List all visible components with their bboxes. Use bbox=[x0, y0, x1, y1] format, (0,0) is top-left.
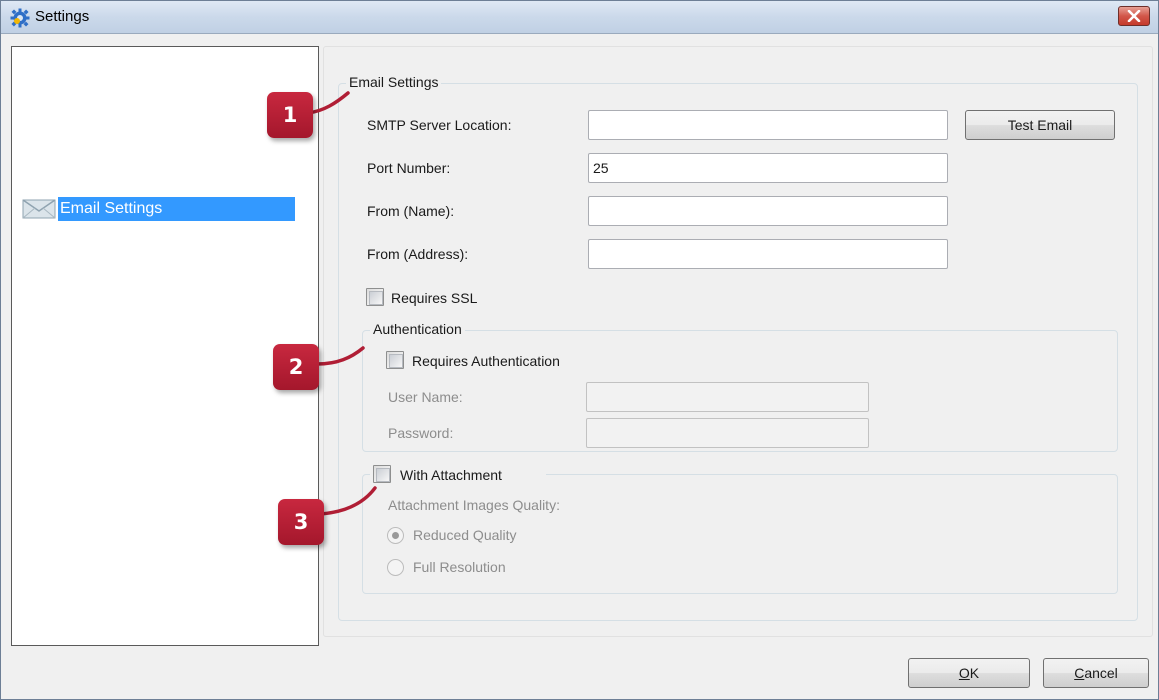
test-email-button[interactable]: Test Email bbox=[965, 110, 1115, 140]
from-address-input[interactable] bbox=[588, 239, 948, 269]
cancel-label: ancel bbox=[1084, 665, 1118, 681]
ok-label: K bbox=[969, 665, 980, 681]
callout-3-pointer bbox=[319, 486, 377, 516]
tree-item-label: Email Settings bbox=[58, 197, 295, 221]
settings-content: Email Settings SMTP Server Location: Tes… bbox=[323, 46, 1153, 637]
callout-2-pointer bbox=[315, 346, 365, 366]
requires-authentication-checkbox[interactable] bbox=[386, 351, 404, 369]
from-name-label: From (Name): bbox=[367, 203, 455, 219]
password-input[interactable] bbox=[586, 418, 869, 448]
requires-ssl-checkbox[interactable] bbox=[366, 288, 384, 306]
gear-icon bbox=[10, 8, 30, 28]
port-label: Port Number: bbox=[367, 160, 451, 176]
window-title: Settings bbox=[35, 8, 90, 25]
ok-accelerator: O bbox=[958, 665, 970, 681]
from-name-input[interactable] bbox=[588, 196, 948, 226]
cancel-button[interactable]: Cancel bbox=[1043, 658, 1149, 688]
callout-1: 1 bbox=[267, 92, 313, 138]
settings-window: Settings Email Settings Email Settings S… bbox=[0, 0, 1159, 700]
full-resolution-radio[interactable] bbox=[387, 559, 404, 576]
smtp-label: SMTP Server Location: bbox=[367, 117, 512, 133]
with-attachment-label: With Attachment bbox=[400, 467, 502, 483]
password-label: Password: bbox=[388, 425, 454, 441]
attachment-quality-label: Attachment Images Quality: bbox=[388, 497, 560, 513]
close-icon bbox=[1127, 10, 1141, 22]
from-address-label: From (Address): bbox=[367, 246, 469, 262]
authentication-title: Authentication bbox=[370, 321, 465, 337]
callout-3: 3 bbox=[278, 499, 324, 545]
callout-2: 2 bbox=[273, 344, 319, 390]
reduced-quality-label: Reduced Quality bbox=[413, 527, 517, 543]
requires-authentication-label: Requires Authentication bbox=[412, 353, 560, 369]
envelope-icon bbox=[22, 199, 56, 219]
tree-item-email-settings[interactable]: Email Settings bbox=[20, 197, 295, 221]
cancel-accelerator: C bbox=[1074, 665, 1085, 681]
email-settings-title: Email Settings bbox=[346, 74, 442, 90]
close-button[interactable] bbox=[1118, 6, 1150, 26]
username-input[interactable] bbox=[586, 382, 869, 412]
smtp-server-input[interactable] bbox=[588, 110, 948, 140]
requires-ssl-label: Requires SSL bbox=[391, 290, 478, 306]
title-bar[interactable]: Settings bbox=[1, 1, 1158, 34]
full-resolution-label: Full Resolution bbox=[413, 559, 506, 575]
username-label: User Name: bbox=[388, 389, 463, 405]
reduced-quality-radio[interactable] bbox=[387, 527, 404, 544]
with-attachment-checkbox[interactable] bbox=[373, 465, 391, 483]
port-number-input[interactable]: 25 bbox=[588, 153, 948, 183]
ok-button[interactable]: OK bbox=[908, 658, 1030, 688]
